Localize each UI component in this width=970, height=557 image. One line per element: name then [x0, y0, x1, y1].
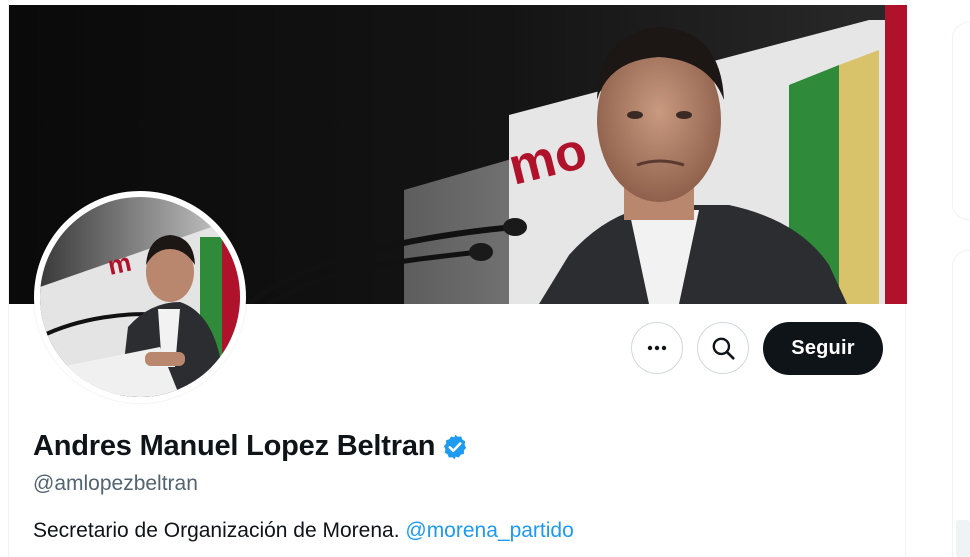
sidebar-card — [952, 22, 970, 220]
profile-name-row: Andres Manuel Lopez Beltran — [33, 430, 469, 463]
scrollbar-thumb[interactable] — [956, 520, 970, 557]
profile-handle: @amlopezbeltran — [33, 472, 198, 495]
profile-bio: Secretario de Organización de Morena. @m… — [33, 519, 574, 543]
search-icon — [712, 337, 735, 360]
profile-page: mo m Seguir Andres Manuel Lopez Beltran … — [0, 0, 970, 557]
bio-mention-link[interactable]: @morena_partido — [405, 519, 573, 542]
profile-column: mo m Seguir Andres Manuel Lopez Beltran … — [8, 0, 907, 557]
bio-text: Secretario de Organización de Morena. — [33, 519, 406, 542]
follow-button-label: Seguir — [791, 337, 855, 359]
follow-button[interactable]: Seguir — [763, 322, 883, 375]
more-horizontal-icon — [647, 345, 667, 351]
search-profile-button[interactable] — [697, 322, 749, 374]
avatar[interactable]: m — [34, 191, 246, 403]
avatar-image: m — [40, 197, 240, 397]
profile-display-name: Andres Manuel Lopez Beltran — [33, 430, 436, 462]
sidebar-card — [952, 250, 970, 557]
verified-badge-icon[interactable] — [441, 433, 469, 461]
more-button[interactable] — [631, 322, 683, 374]
